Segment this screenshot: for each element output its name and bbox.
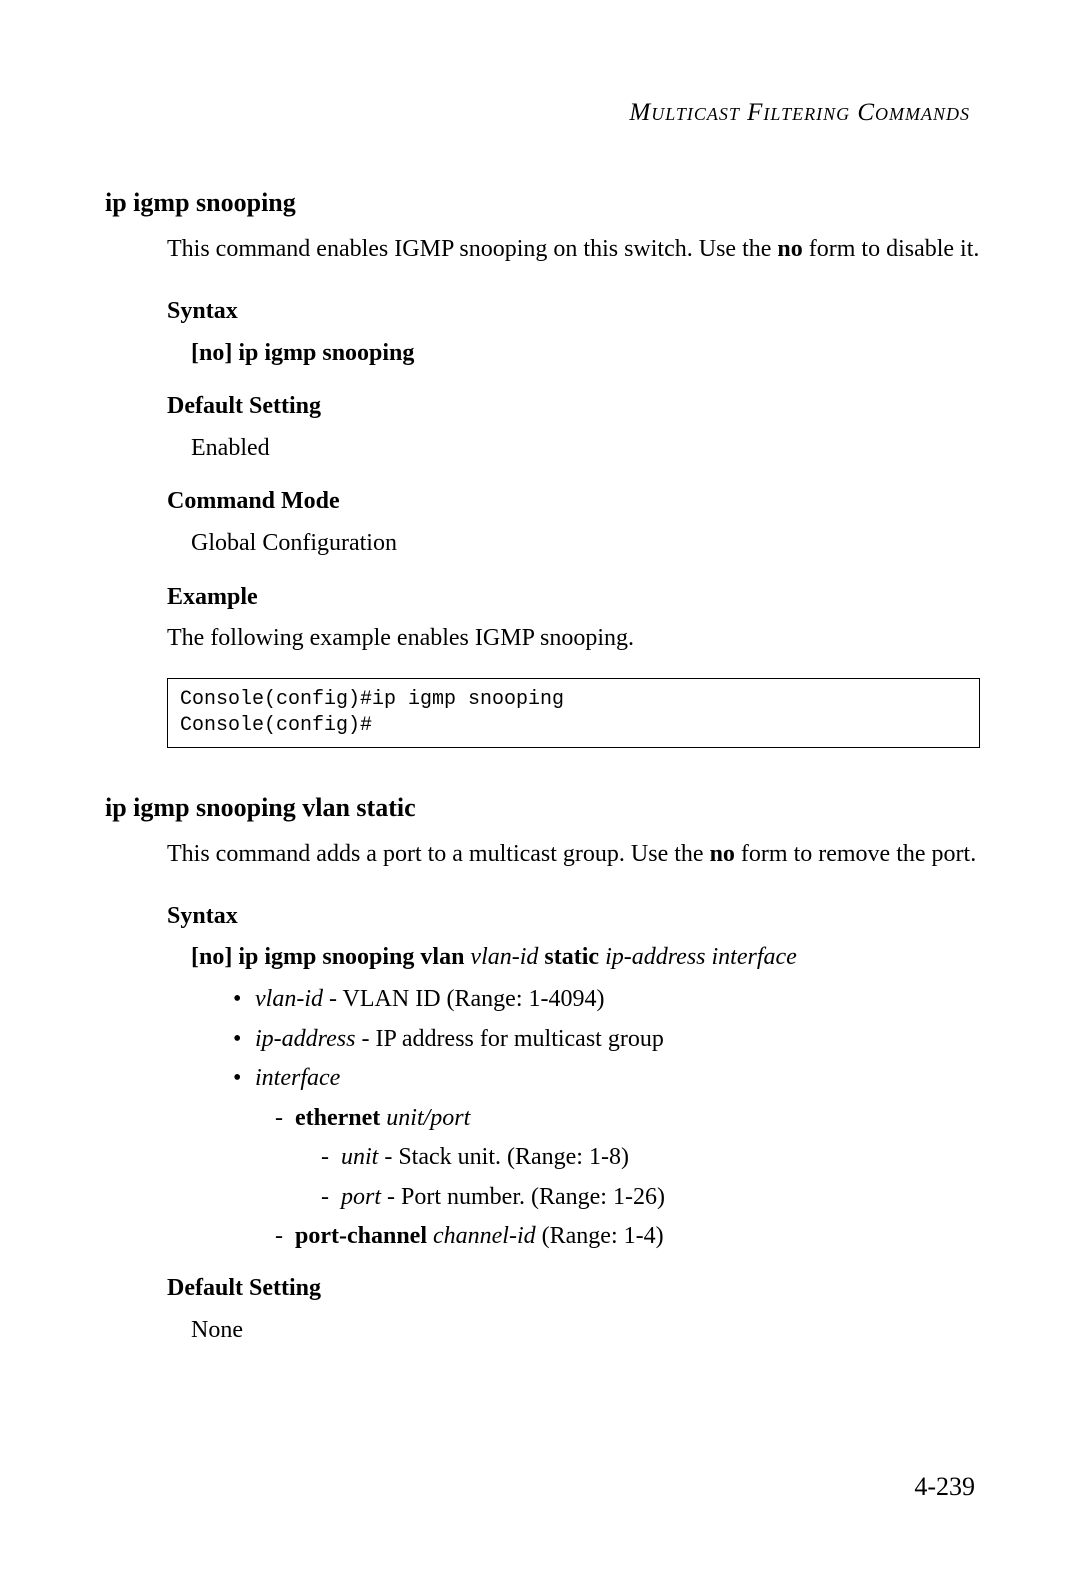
default-setting-label: Default Setting (167, 1272, 980, 1306)
desc-text: This command enables IGMP snooping on th… (167, 236, 777, 262)
param-desc: (Range: 1-4) (536, 1223, 664, 1249)
syntax-param: ip-address interface (599, 944, 797, 970)
list-item: interface ethernet unit/port unit - Stac… (233, 1062, 980, 1254)
syntax-keyword: [no] ip igmp snooping vlan (191, 944, 464, 970)
syntax-param: vlan-id (464, 944, 544, 970)
example-label: Example (167, 581, 980, 615)
command-title: ip igmp snooping (105, 185, 980, 221)
syntax-label: Syntax (167, 295, 980, 329)
param-desc: - Port number. (Range: 1-26) (381, 1184, 665, 1210)
param-desc: - IP address for multicast group (355, 1026, 663, 1052)
param-name: interface (255, 1065, 340, 1091)
desc-keyword: no (710, 841, 735, 867)
list-item: unit - Stack unit. (Range: 1-8) (321, 1141, 980, 1175)
command-mode-value: Global Configuration (191, 527, 980, 561)
default-setting-label: Default Setting (167, 390, 980, 424)
list-item: vlan-id - VLAN ID (Range: 1-4094) (233, 983, 980, 1017)
list-item: ethernet unit/port unit - Stack unit. (R… (275, 1102, 980, 1215)
syntax-line: [no] ip igmp snooping vlan vlan-id stati… (191, 941, 980, 975)
default-setting-value: Enabled (191, 432, 980, 466)
document-page: Multicast Filtering Commands ip igmp sno… (0, 0, 1080, 1427)
param-name: channel-id (427, 1223, 536, 1249)
command-mode-label: Command Mode (167, 485, 980, 519)
param-name: port (341, 1184, 381, 1210)
param-keyword: port-channel (295, 1223, 427, 1249)
syntax-label: Syntax (167, 900, 980, 934)
default-setting-value: None (191, 1314, 980, 1348)
desc-text: form to disable it. (803, 236, 980, 262)
command-title: ip igmp snooping vlan static (105, 790, 980, 826)
command-description: This command enables IGMP snooping on th… (167, 233, 980, 267)
example-description: The following example enables IGMP snoop… (167, 622, 980, 656)
param-desc: - Stack unit. (Range: 1-8) (378, 1144, 629, 1170)
desc-keyword: no (777, 236, 802, 262)
desc-text: form to remove the port. (735, 841, 976, 867)
example-code-block: Console(config)#ip igmp snooping Console… (167, 678, 980, 748)
page-header: Multicast Filtering Commands (105, 95, 980, 130)
param-desc: - VLAN ID (Range: 1-4094) (323, 986, 605, 1012)
param-name: vlan-id (255, 986, 323, 1012)
command-description: This command adds a port to a multicast … (167, 838, 980, 872)
sub-list: unit - Stack unit. (Range: 1-8) port - P… (321, 1141, 980, 1214)
list-item: port - Port number. (Range: 1-26) (321, 1181, 980, 1215)
sub-list: ethernet unit/port unit - Stack unit. (R… (275, 1102, 980, 1254)
parameter-list: vlan-id - VLAN ID (Range: 1-4094) ip-add… (233, 983, 980, 1254)
param-keyword: ethernet (295, 1105, 380, 1131)
syntax-keyword: static (544, 944, 599, 970)
param-name: unit (341, 1144, 378, 1170)
desc-text: This command adds a port to a multicast … (167, 841, 710, 867)
list-item: ip-address - IP address for multicast gr… (233, 1023, 980, 1057)
list-item: port-channel channel-id (Range: 1-4) (275, 1220, 980, 1254)
param-name: ip-address (255, 1026, 355, 1052)
syntax-text: [no] ip igmp snooping (191, 337, 980, 371)
page-number: 4-239 (914, 1469, 975, 1505)
param-name: unit/port (380, 1105, 470, 1131)
